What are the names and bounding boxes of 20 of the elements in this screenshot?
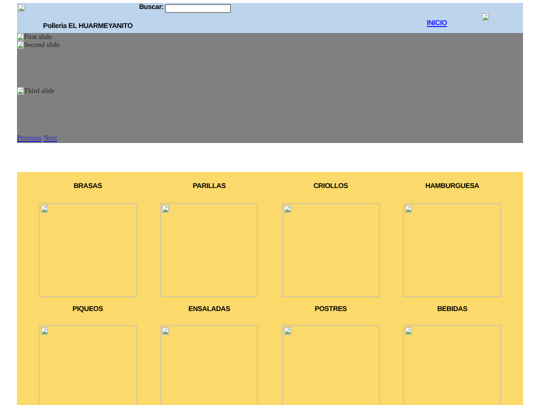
search-field[interactable] [164, 4, 231, 13]
image-placeholder[interactable] [38, 202, 137, 296]
image-placeholder[interactable] [403, 202, 502, 296]
image-placeholder[interactable] [282, 325, 380, 405]
broken-image-icon [40, 327, 48, 335]
broken-image-icon [162, 204, 170, 212]
image-placeholder[interactable] [403, 325, 502, 405]
broken-image-icon [17, 87, 24, 95]
broken-image-icon [405, 204, 412, 212]
image-placeholder[interactable] [160, 325, 258, 405]
broken-image-icon [284, 327, 291, 335]
broken-image-icon [162, 327, 170, 335]
broken-image-icon [284, 204, 291, 212]
image-placeholder[interactable] [160, 202, 258, 296]
image-placeholder[interactable] [38, 325, 137, 405]
broken-image-icon [40, 204, 48, 212]
broken-image-icon [405, 327, 412, 335]
broken-image-icon [482, 13, 488, 21]
image-placeholder[interactable] [282, 202, 380, 296]
broken-image-icon [18, 4, 25, 12]
